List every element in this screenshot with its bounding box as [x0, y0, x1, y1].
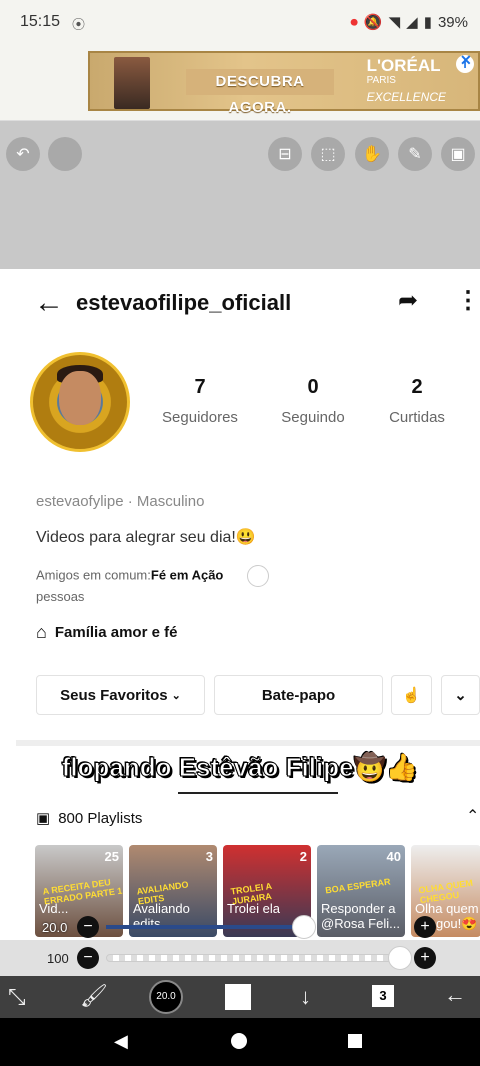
profile-handle: estevaofylipe [36, 493, 124, 510]
followers-stat[interactable]: 7 Seguidores [145, 376, 255, 426]
likes-stat[interactable]: 2 Curtidas [362, 376, 472, 426]
profile-bio: Videos para alegrar seu dia!😃 [36, 529, 256, 546]
signal-icon: ◢ [406, 14, 418, 31]
status-bar: 15:15 ⦿ ⏺ 🔕 ◥ ◢ ▮ 39% [0, 0, 480, 44]
playlist-icon: ▣ [36, 810, 51, 827]
ad-cta[interactable]: DESCUBRA AGORA. [186, 69, 334, 116]
back-arrow-tool-icon[interactable]: ← [444, 982, 466, 1008]
opacity-slider-track[interactable] [106, 954, 406, 962]
battery-percent: 39% [437, 13, 468, 31]
opacity-increase-button[interactable]: + [414, 947, 436, 969]
ad-close-icon[interactable]: ✕ [460, 52, 472, 69]
nav-home-icon[interactable] [231, 1033, 247, 1049]
followers-count: 7 [194, 376, 206, 398]
mute-icon: 🔕 [363, 14, 383, 31]
chevron-down-icon: ⌄ [171, 689, 181, 702]
mutual-friends[interactable]: Amigos em comum:Fé em Ação pessoas [36, 565, 356, 606]
brush-size-slider[interactable]: 20.0 − + [0, 914, 480, 940]
tap-icon[interactable]: ☝ [391, 675, 432, 715]
profile-gender: Masculino [136, 493, 205, 510]
avatar[interactable] [30, 352, 130, 452]
clock: 15:15 [20, 13, 61, 30]
following-label: Seguindo [281, 409, 345, 426]
android-nav-bar: ◀ [0, 1018, 480, 1066]
favorites-button[interactable]: Seus Favoritos ⌄ [36, 675, 205, 715]
playlists-label: 800 Playlists [58, 809, 143, 827]
hand-icon[interactable]: ✋ [355, 137, 389, 171]
avatar-face [59, 371, 101, 425]
opacity-slider-knob[interactable] [388, 946, 412, 970]
record-icon: ⦿ [72, 17, 86, 32]
share-icon[interactable]: ➦ [398, 286, 418, 315]
redo-icon[interactable] [48, 137, 82, 171]
size-decrease-button[interactable]: − [77, 916, 99, 938]
download-icon[interactable]: ↓ [300, 984, 311, 1010]
likes-count: 2 [411, 376, 423, 398]
size-slider-knob[interactable] [292, 915, 316, 939]
undo-icon[interactable]: ↶ [6, 137, 40, 171]
family-link[interactable]: ⌂ Família amor e fé [36, 622, 177, 643]
ad-product-image [114, 57, 150, 109]
profile-subtitle: estevaofylipe · Masculino [36, 493, 205, 510]
opacity-value: 100 [47, 951, 69, 966]
selection-icon[interactable]: ⬚ [311, 137, 345, 171]
caption-underline [178, 792, 338, 794]
more-options-icon[interactable]: ⋮ [456, 286, 480, 315]
home-icon: ⌂ [36, 622, 47, 642]
followers-label: Seguidores [162, 409, 238, 426]
following-stat[interactable]: 0 Seguindo [258, 376, 368, 426]
transform-icon[interactable]: ⤡ [8, 984, 26, 1010]
ad-banner[interactable]: DESCUBRA AGORA. L'ORÉAL PARIS EXCELLENCE i [88, 51, 480, 116]
pencil-icon[interactable]: ✎ [398, 137, 432, 171]
following-count: 0 [307, 376, 319, 398]
playlists-header[interactable]: ▣ 800 Playlists [36, 809, 143, 828]
brush-icon[interactable]: 🖌 [80, 983, 108, 1009]
nav-back-icon[interactable]: ◀ [114, 1031, 128, 1052]
divider [16, 740, 480, 746]
layers-icon[interactable]: 3 [372, 985, 394, 1007]
toggle-icon[interactable]: ⊟ [268, 137, 302, 171]
status-icons: ⏺ 🔕 ◥ ◢ ▮ 39% [350, 13, 468, 32]
brush-size-preview[interactable]: 20.0 [149, 980, 183, 1014]
brush-size-value: 20.0 [42, 920, 68, 935]
editor-toolbar: ↶ ⊟ ⬚ ✋ ✎ ▣ [0, 120, 480, 269]
opacity-slider[interactable]: 100 − + [0, 940, 480, 976]
opacity-decrease-button[interactable]: − [77, 947, 99, 969]
image-icon[interactable]: ▣ [441, 137, 475, 171]
size-slider-track[interactable] [106, 925, 296, 929]
friend-avatar [247, 565, 270, 587]
battery-icon: ▮ [423, 14, 432, 31]
video-caption: flopando Estêvão Filipe🤠👍 [61, 752, 419, 783]
ad-brand: L'ORÉAL PARIS EXCELLENCE [366, 56, 446, 105]
collapse-chevron-icon[interactable]: ⌃ [466, 806, 479, 826]
likes-label: Curtidas [389, 409, 445, 426]
chat-button[interactable]: Bate-papo [214, 675, 383, 715]
size-increase-button[interactable]: + [414, 916, 436, 938]
expand-chevron-icon[interactable]: ⌄ [441, 675, 480, 715]
family-label: Família amor e fé [54, 624, 178, 641]
back-arrow-icon[interactable]: ← [34, 286, 64, 320]
wifi-icon: ◥ [388, 14, 401, 31]
color-swatch[interactable] [225, 984, 251, 1010]
screen-record-icon: ⏺ [350, 13, 358, 31]
nav-recents-icon[interactable] [348, 1034, 362, 1048]
bottom-toolbar: ⤡ 🖌 20.0 ↓ 3 ← [0, 976, 480, 1018]
profile-username: estevaofilipe_oficiall [76, 290, 292, 315]
